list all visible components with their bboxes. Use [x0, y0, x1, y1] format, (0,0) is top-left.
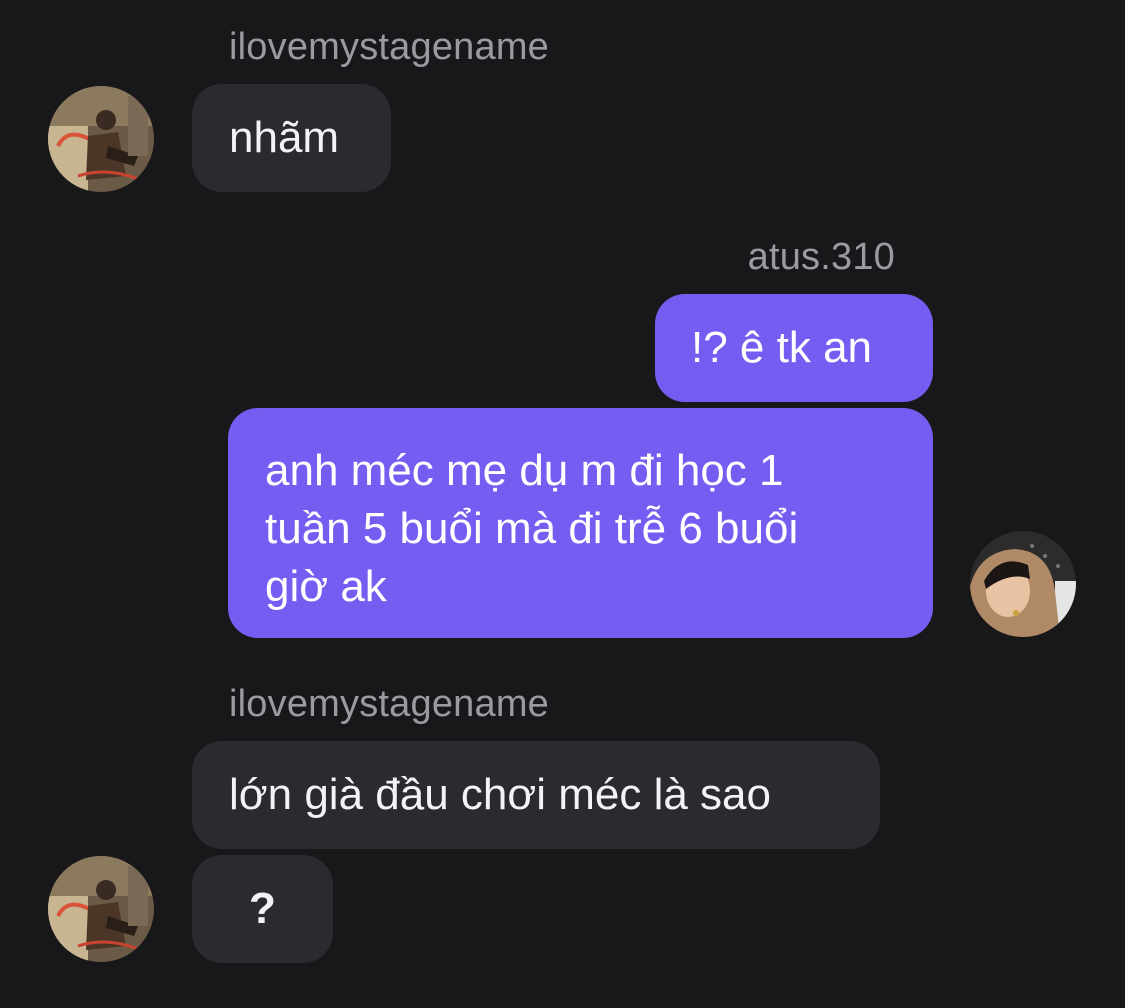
message-bubble-incoming[interactable]: nhãm [192, 84, 391, 192]
avatar-ilovemystagename[interactable] [48, 856, 154, 962]
avatar-ilovemystagename[interactable] [48, 86, 154, 192]
profile-photo-icon [48, 86, 154, 192]
message-text: anh méc mẹ dụ m đi học 1 tuần 5 buổi mà … [265, 446, 799, 611]
profile-photo-icon [48, 856, 154, 962]
message-text: nhãm [229, 113, 340, 162]
avatar-atus-310[interactable] [970, 531, 1076, 637]
message-text: ? [249, 884, 276, 933]
profile-photo-icon [970, 531, 1076, 637]
sender-name: ilovemystagename [229, 26, 550, 68]
message-bubble-outgoing[interactable]: anh méc mẹ dụ m đi học 1 tuần 5 buổi mà … [228, 408, 933, 638]
message-bubble-incoming[interactable]: ? [192, 855, 333, 963]
sender-name: ilovemystagename [229, 683, 550, 725]
message-text: !? ê tk an [691, 323, 873, 372]
message-bubble-outgoing[interactable]: !? ê tk an [655, 294, 933, 402]
message-bubble-incoming[interactable]: lớn già đầu chơi méc là sao [192, 741, 880, 849]
sender-name: atus.310 [747, 236, 895, 278]
message-text: lớn già đầu chơi méc là sao [229, 770, 771, 819]
